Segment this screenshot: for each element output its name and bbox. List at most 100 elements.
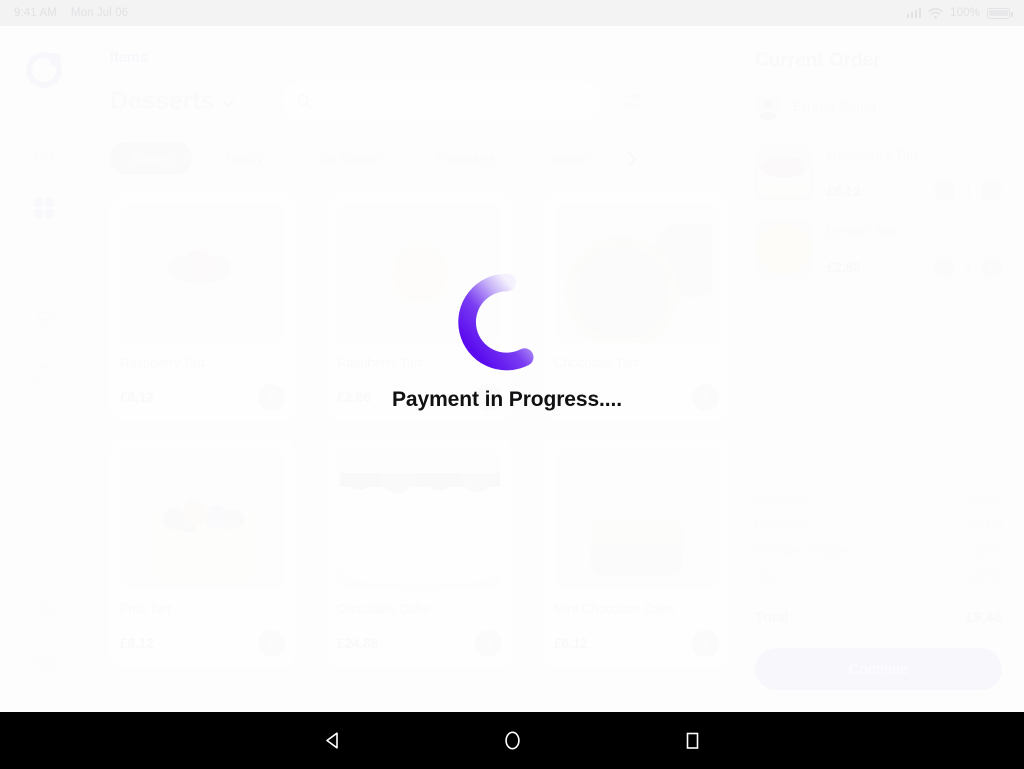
battery-icon [987, 7, 1013, 19]
order-item-body: Raspberry Tart £6,12 − 1 + [827, 144, 1002, 202]
search-input[interactable] [320, 93, 588, 109]
chat-icon [34, 365, 54, 383]
sidebar-item-power[interactable] [24, 644, 64, 678]
grand-total-value: £9,48 [965, 610, 1002, 626]
current-order-panel: Current Order Emma Wang Raspberry Tart £… [735, 26, 1024, 712]
sidebar-item-bookmarks[interactable] [24, 246, 64, 280]
product-name: Raspberry Tart [120, 355, 206, 370]
total-row-subtotal: Subtotal £8.98 [755, 491, 1002, 506]
quantity-stepper: − 1 + [934, 181, 1002, 202]
product-footer: £8,12 + [120, 384, 285, 411]
order-item-body: Lemon Tart £2,86 − 1 + [827, 220, 1002, 278]
product-price: £24,86 [337, 636, 379, 651]
product-card[interactable]: Chocolate Tart £6,12 + [544, 193, 729, 421]
total-label: Discount [755, 517, 808, 532]
sidebar-item-items[interactable] [24, 191, 64, 225]
product-card[interactable]: Chocolate Cake £24,86 + [327, 439, 512, 667]
category-chip-ice-cream[interactable]: Ice Cream [296, 142, 403, 175]
total-value: 20% [974, 543, 1002, 558]
sidebar-nav [24, 136, 64, 390]
increment-button[interactable]: + [981, 181, 1002, 202]
product-image [337, 449, 502, 589]
product-footer: £24,86 + [337, 630, 502, 657]
add-to-order-button[interactable]: + [475, 630, 502, 657]
product-name: Chocolate Cake [337, 601, 430, 616]
status-time: 9:41 AM [14, 7, 57, 19]
increment-button[interactable]: + [981, 257, 1002, 278]
breadcrumb[interactable]: Items [110, 50, 735, 66]
category-chip-vegan[interactable]: Vegan [528, 142, 611, 175]
add-to-order-button[interactable]: + [258, 384, 285, 411]
product-name: Raspberry Tart [337, 355, 423, 370]
lemon-tart-image [359, 217, 480, 327]
sidebar-item-settings[interactable] [24, 594, 64, 628]
order-item-name: Lemon Tart [827, 222, 897, 238]
category-chip-label: Vegan [550, 151, 589, 166]
total-label: Service Charge [755, 543, 849, 558]
product-card[interactable]: Raspberry Tart £8,12 + [110, 193, 295, 421]
product-footer: £6,12 + [554, 630, 719, 657]
order-item-price: £2,86 [827, 260, 861, 275]
add-to-order-button[interactable]: + [692, 630, 719, 657]
back-button[interactable] [323, 731, 341, 750]
search-box[interactable] [282, 82, 603, 120]
sidebar-item-orders[interactable] [24, 301, 64, 335]
product-price: £6,12 [120, 636, 154, 651]
order-item-thumbnail [755, 144, 813, 202]
app-logo-ring [26, 52, 62, 88]
product-footer: £6,12 + [554, 384, 719, 411]
customer-row[interactable]: Emma Wang [755, 94, 1002, 120]
product-price: £2,86 [337, 390, 371, 405]
quantity-value: 1 [964, 260, 972, 275]
bookmark-icon [37, 253, 51, 273]
product-price: £6,12 [554, 390, 588, 405]
recents-square-icon [686, 732, 699, 749]
product-card[interactable]: Mini Chocolate Cake £6,12 + [544, 439, 729, 667]
product-name: Chocolate Tart [554, 355, 638, 370]
category-chip-label: Ice Cream [318, 151, 381, 166]
total-row-grand: Total £9,48 [755, 610, 1002, 626]
chevron-right-icon [628, 151, 637, 166]
order-item-row: £6,12 − 1 + [827, 181, 1002, 202]
product-card[interactable]: Fruit Tart £6,12 + [110, 439, 295, 667]
search-area [282, 82, 646, 120]
add-to-order-button[interactable]: + [692, 384, 719, 411]
filter-button[interactable] [620, 88, 646, 114]
category-chip-cakes[interactable]: Cakes [110, 142, 193, 175]
product-image [337, 203, 502, 343]
customer-name: Emma Wang [793, 99, 877, 115]
category-chip-pastry[interactable]: Pastry [203, 142, 286, 175]
sidebar-item-home[interactable] [24, 136, 64, 170]
decrement-button[interactable]: − [934, 181, 955, 202]
cart-icon [32, 308, 54, 327]
quantity-value: 1 [964, 184, 972, 199]
home-button[interactable] [503, 730, 522, 751]
total-label: Subtotal [755, 491, 805, 506]
add-to-order-button[interactable]: + [258, 630, 285, 657]
chocolate-tart-image [561, 223, 712, 343]
grid-icon [34, 198, 54, 218]
product-image [120, 449, 285, 589]
sidebar-item-messages[interactable] [24, 356, 64, 390]
product-card[interactable]: Raspberry Tart £2,86 + [327, 193, 512, 421]
decrement-button[interactable]: − [934, 257, 955, 278]
mini-chocolate-cake-image [590, 495, 683, 575]
chevron-down-icon[interactable] [223, 99, 234, 107]
raspberry-tart-image [154, 249, 251, 335]
signal-icon [906, 8, 922, 18]
categories-next-button[interactable] [623, 150, 641, 168]
add-to-order-button[interactable]: + [475, 384, 502, 411]
product-price: £6,12 [554, 636, 588, 651]
recents-button[interactable] [684, 731, 701, 750]
category-chip-pancakes[interactable]: Pancakes [413, 142, 518, 175]
raspberry-tart-image [758, 156, 810, 196]
order-item-thumbnail [755, 220, 813, 278]
order-panel-title: Current Order [755, 50, 881, 71]
product-name: Fruit Tart [120, 601, 172, 616]
total-label: Tax [755, 569, 777, 584]
gear-icon [33, 599, 54, 621]
continue-button[interactable]: Continue [755, 648, 1002, 690]
order-item-name: Raspberry Tart [827, 146, 919, 162]
home-circle-icon [505, 731, 520, 750]
system-navigation-bar [0, 712, 1024, 769]
